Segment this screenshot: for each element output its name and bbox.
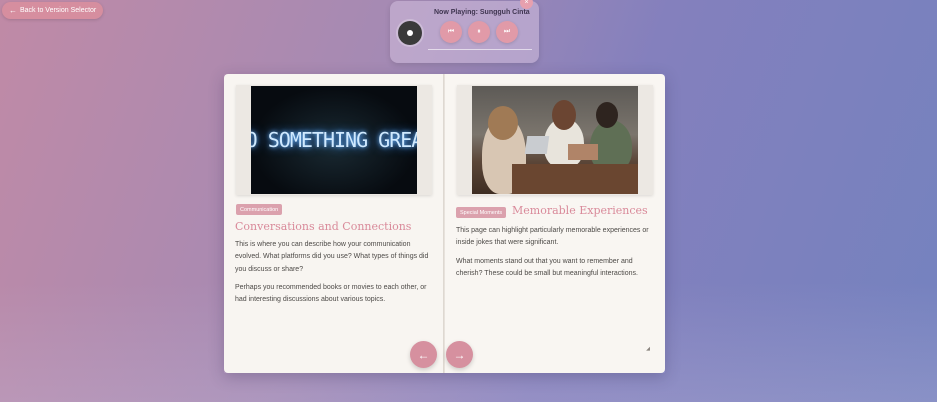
page-title: Memorable Experiences <box>512 204 648 217</box>
laptop <box>568 144 598 160</box>
paragraph: This page can highlight particularly mem… <box>456 227 649 247</box>
arrow-left-icon: ← <box>9 6 17 15</box>
right-photo-frame <box>457 85 653 195</box>
arrow-left-icon: ← <box>417 347 430 362</box>
person-head <box>552 100 576 130</box>
next-icon: ⏭ <box>503 28 511 35</box>
neon-sign-text: DO SOMETHING GREAT <box>251 128 417 152</box>
previous-page-button[interactable]: ← <box>410 341 437 368</box>
category-badge: Communication <box>236 204 283 215</box>
cafe-table <box>512 164 638 194</box>
page-curl-icon[interactable]: ◢ <box>646 346 650 352</box>
page-title: Conversations and Connections <box>235 220 412 233</box>
category-badge: Special Moments <box>456 207 507 218</box>
page-body: This is where you can describe how your … <box>235 239 435 312</box>
book-spine <box>443 74 445 373</box>
previous-icon: ⏮ <box>447 28 455 35</box>
left-photo-frame: DO SOMETHING GREAT <box>236 85 432 195</box>
left-page: DO SOMETHING GREAT Communication Convers… <box>224 74 444 373</box>
friends-cafe-photo <box>472 86 638 194</box>
right-page: Special Moments Memorable Experiences Th… <box>445 74 665 373</box>
back-button-label: Back to Version Selector <box>20 7 97 14</box>
progress-track[interactable] <box>428 49 532 50</box>
person-head <box>596 102 618 128</box>
next-page-button[interactable]: → <box>446 341 473 368</box>
now-playing-text: Now Playing: Sungguh Cinta <box>434 9 530 16</box>
paragraph: What moments stand out that you want to … <box>456 257 638 277</box>
player-close-button[interactable]: × <box>520 0 533 9</box>
back-to-version-selector-button[interactable]: ← Back to Version Selector <box>2 2 104 19</box>
music-player: Now Playing: Sungguh Cinta ⏮ ⏸ ⏭ × <box>390 0 539 63</box>
pause-icon: ⏸ <box>477 28 481 35</box>
scrapbook: DO SOMETHING GREAT Communication Convers… <box>224 74 665 373</box>
paragraph: Perhaps you recommended books or movies … <box>235 283 427 304</box>
paragraph: This is where you can describe how your … <box>235 241 429 273</box>
laptop <box>524 136 550 154</box>
page-body: This page can highlight particularly mem… <box>456 225 656 286</box>
person-head <box>488 106 518 140</box>
neon-sign-photo: DO SOMETHING GREAT <box>251 86 417 194</box>
pause-button[interactable]: ⏸ <box>468 21 490 43</box>
next-track-button[interactable]: ⏭ <box>496 21 518 43</box>
previous-track-button[interactable]: ⏮ <box>440 21 462 43</box>
vinyl-disc-icon <box>398 21 422 45</box>
close-icon: × <box>524 0 529 6</box>
arrow-right-icon: → <box>453 347 466 362</box>
